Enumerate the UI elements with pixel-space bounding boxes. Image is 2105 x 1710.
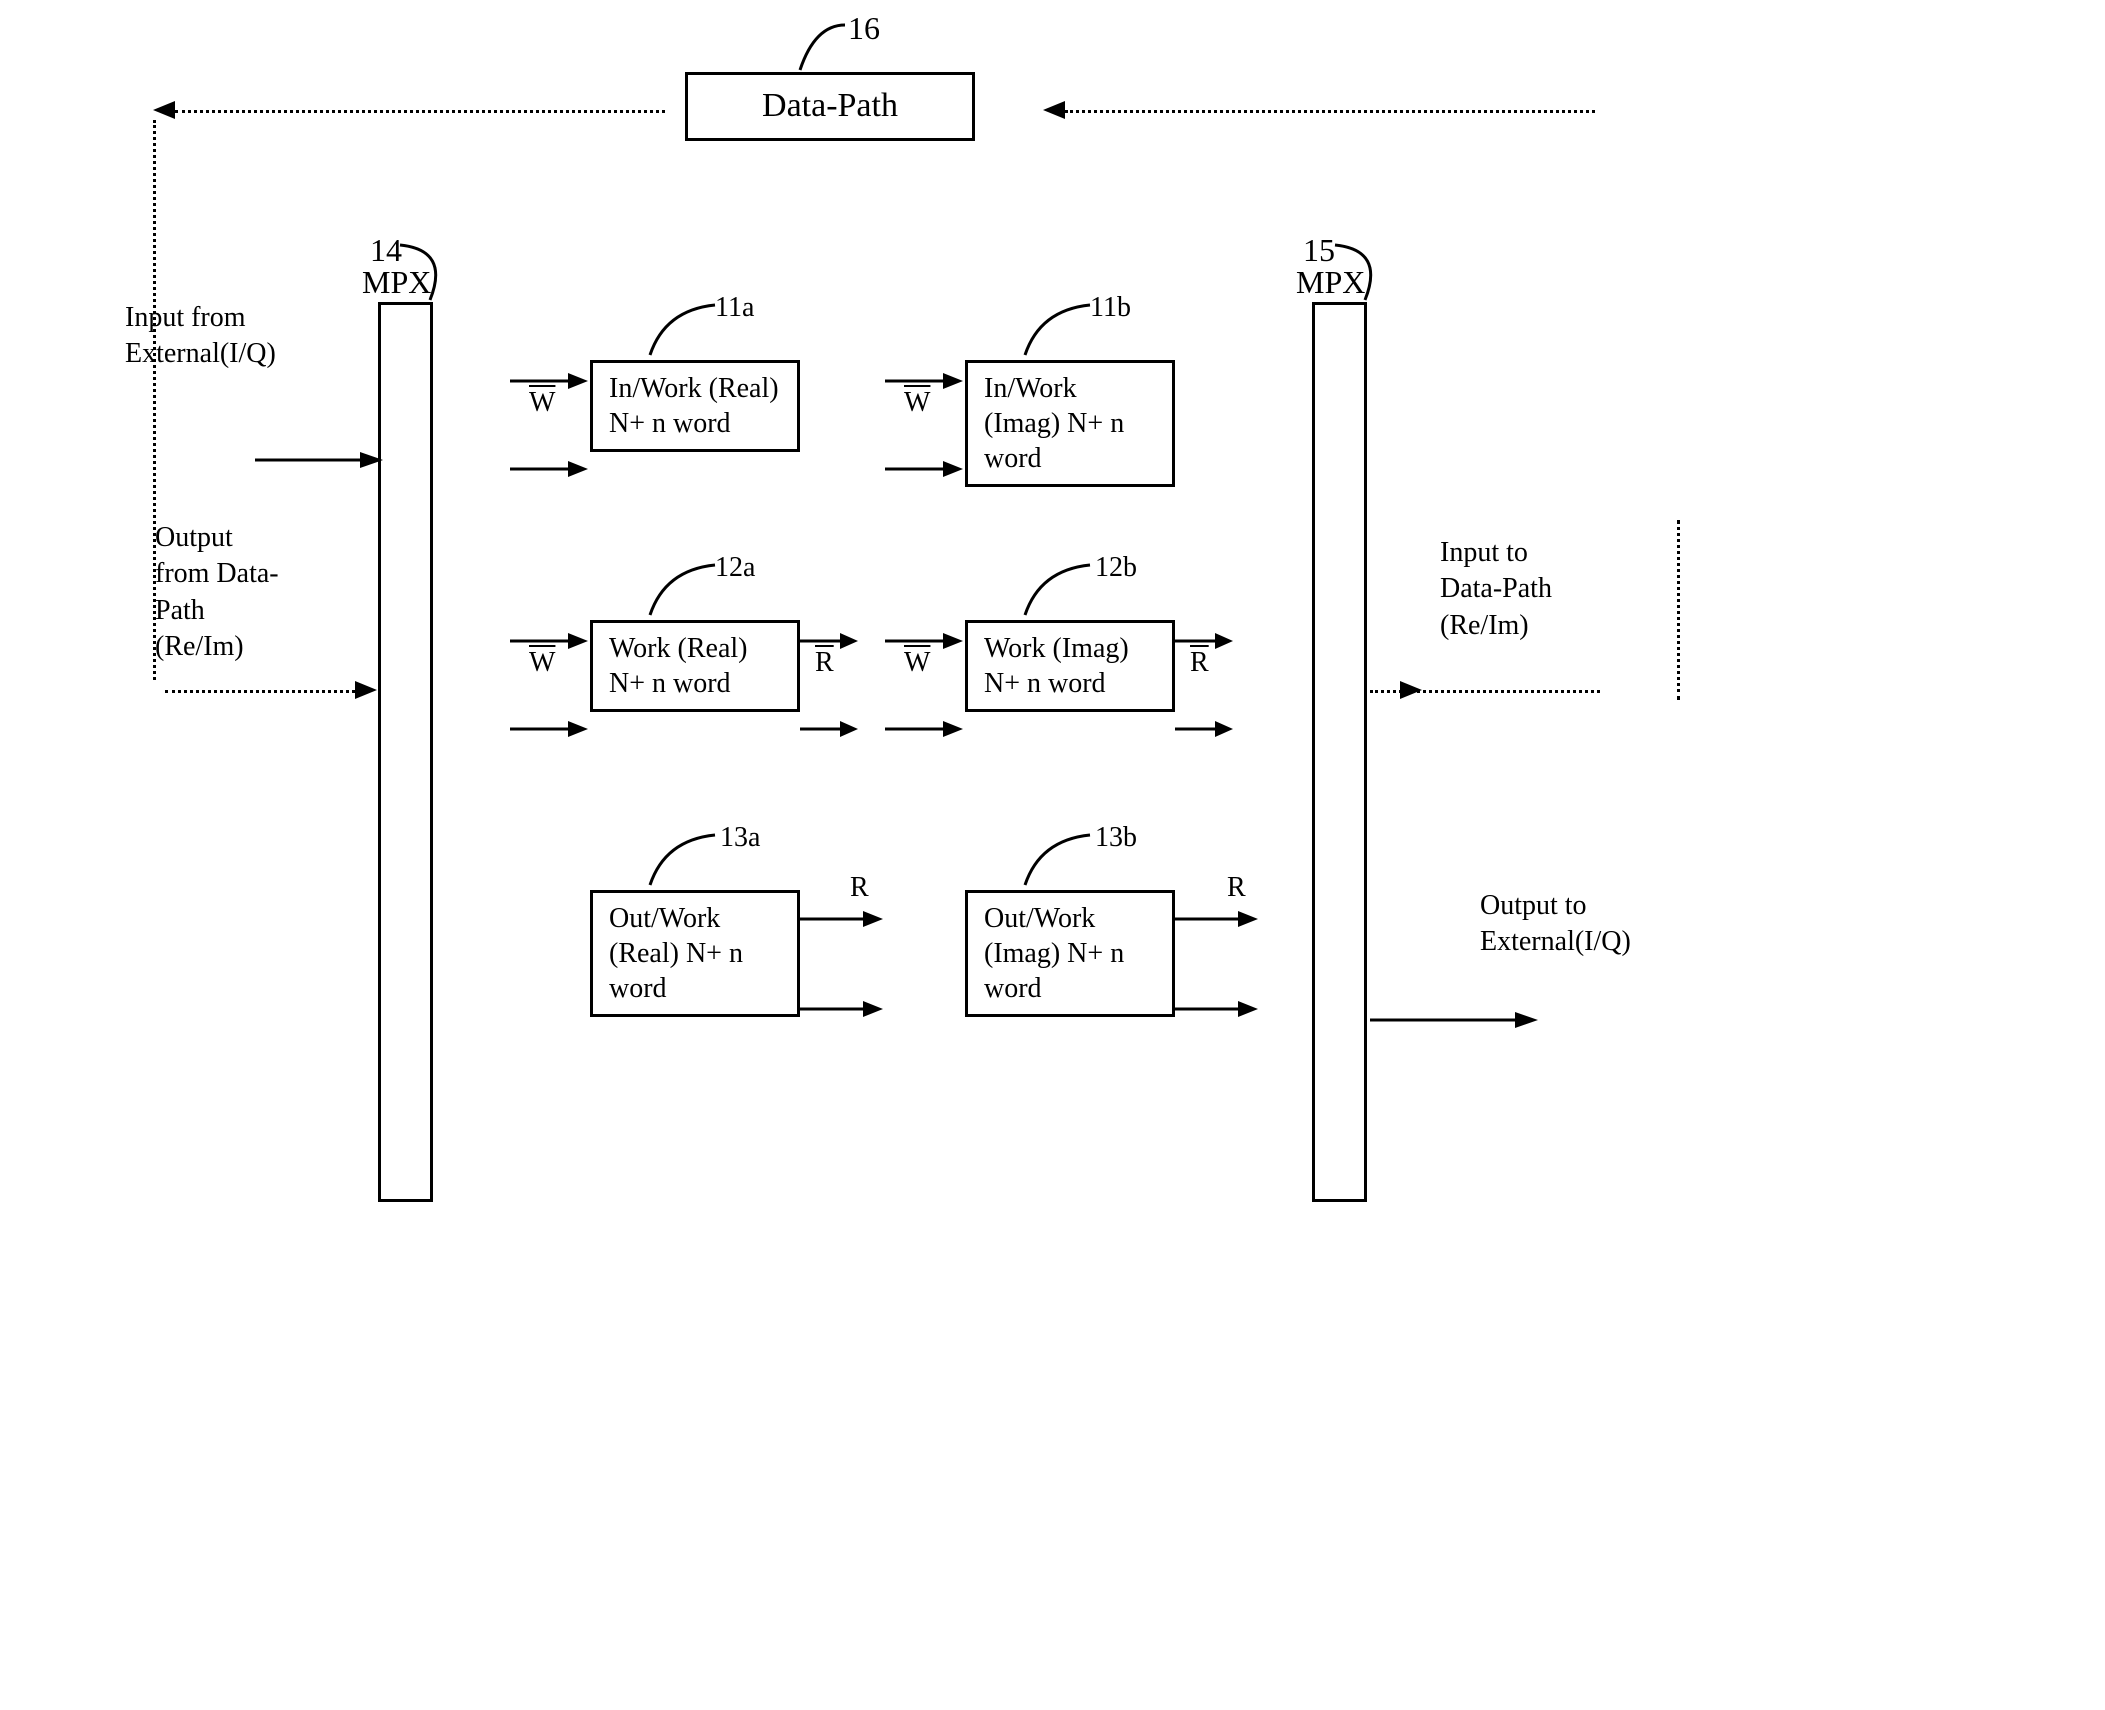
arr-12a-out-2 bbox=[800, 720, 860, 738]
mpx-left bbox=[378, 302, 433, 1202]
mpx-right bbox=[1312, 302, 1367, 1202]
arr-mpx-11a-2 bbox=[510, 460, 590, 478]
ref-13b: 13b bbox=[1095, 820, 1137, 856]
port-R-12a: R bbox=[815, 645, 834, 681]
arr-12b-out-2 bbox=[1175, 720, 1235, 738]
label-output-from-data-path: Output from Data- Path (Re/Im) bbox=[155, 520, 279, 666]
ref-11a: 11a bbox=[715, 290, 754, 326]
diagram-canvas: Data-Path 16 MPX 14 MPX 15 In/Work (Real… bbox=[0, 0, 2105, 1710]
arr-mpx-12a-1 bbox=[510, 632, 590, 650]
block-12a-text: Work (Real) N+ n word bbox=[609, 633, 747, 699]
ref-14: 14 bbox=[370, 230, 402, 272]
ref-15: 15 bbox=[1303, 230, 1335, 272]
ref-12b: 12b bbox=[1095, 550, 1137, 586]
label-input-from-external: Input from External(I/Q) bbox=[125, 300, 276, 373]
block-12a: Work (Real) N+ n word bbox=[590, 620, 800, 712]
block-11b-text: In/Work (Imag) N+ n word bbox=[984, 373, 1124, 474]
arr-13a-out-1 bbox=[800, 910, 885, 928]
ref-12a: 12a bbox=[715, 550, 755, 586]
arrow-out-dp-to-mpx bbox=[355, 681, 377, 699]
block-13a-text: Out/Work (Real) N+ n word bbox=[609, 903, 743, 1004]
port-W-12b: W bbox=[904, 645, 930, 681]
arr-11a-11b-2 bbox=[885, 460, 965, 478]
block-13b-text: Out/Work (Imag) N+ n word bbox=[984, 903, 1124, 1004]
port-W-12a: W bbox=[529, 645, 555, 681]
port-R-12b: R bbox=[1190, 645, 1209, 681]
arr-13a-out-2 bbox=[800, 1000, 885, 1018]
port-R-13a: R bbox=[850, 870, 869, 906]
data-path-block: Data-Path bbox=[685, 72, 975, 141]
arrow-feedback-into-dp bbox=[1043, 101, 1065, 119]
port-W-11b: W bbox=[904, 385, 930, 421]
leader-14 bbox=[395, 240, 485, 305]
label-output-to-external: Output to External(I/Q) bbox=[1480, 888, 1631, 961]
leader-13b bbox=[1015, 830, 1105, 890]
leader-15 bbox=[1330, 240, 1420, 305]
ref-11b: 11b bbox=[1090, 290, 1131, 326]
block-11b: In/Work (Imag) N+ n word bbox=[965, 360, 1175, 487]
arr-mpx-12a-2 bbox=[510, 720, 590, 738]
arr-12a-out-1 bbox=[800, 632, 860, 650]
arrow-feedback-left bbox=[153, 101, 175, 119]
arr-in-12b-1 bbox=[885, 632, 965, 650]
block-13b: Out/Work (Imag) N+ n word bbox=[965, 890, 1175, 1017]
leader-13a bbox=[640, 830, 730, 890]
arrow-in-ext-to-mpx bbox=[255, 450, 385, 470]
port-W-11a: W bbox=[529, 385, 555, 421]
label-input-to-data-path: Input to Data-Path (Re/Im) bbox=[1440, 535, 1552, 644]
arrow-mpx-to-dp bbox=[1400, 681, 1422, 699]
arr-11a-11b-1 bbox=[885, 372, 965, 390]
arr-in-12b-2 bbox=[885, 720, 965, 738]
arr-13b-out-2 bbox=[1175, 1000, 1260, 1018]
ref-16: 16 bbox=[848, 8, 880, 50]
block-11a-text: In/Work (Real) N+ n word bbox=[609, 373, 779, 439]
block-12b-text: Work (Imag) N+ n word bbox=[984, 633, 1129, 699]
data-path-label: Data-Path bbox=[762, 87, 898, 124]
block-12b: Work (Imag) N+ n word bbox=[965, 620, 1175, 712]
leader-12b bbox=[1015, 560, 1105, 620]
ref-13a: 13a bbox=[720, 820, 760, 856]
arrow-mpx-to-ext bbox=[1370, 1010, 1540, 1030]
arr-12b-out-1 bbox=[1175, 632, 1235, 650]
port-R-13b: R bbox=[1227, 870, 1246, 906]
arr-13b-out-1 bbox=[1175, 910, 1260, 928]
block-11a: In/Work (Real) N+ n word bbox=[590, 360, 800, 452]
block-13a: Out/Work (Real) N+ n word bbox=[590, 890, 800, 1017]
arr-mpx-11a-1 bbox=[510, 372, 590, 390]
